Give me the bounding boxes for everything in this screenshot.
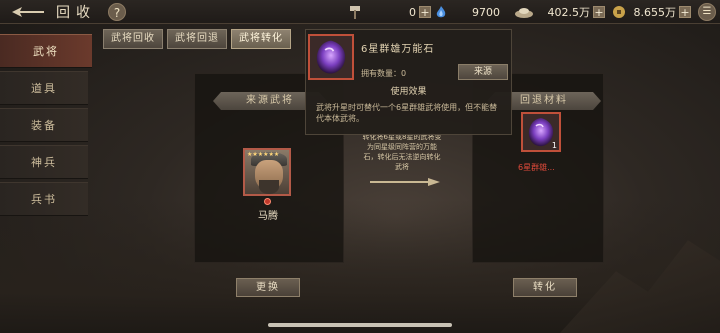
material-name: 6星群雄... <box>518 163 555 172</box>
material-item-slot[interactable]: 1 <box>521 112 561 152</box>
tooltip-description: 武将升星时可替代一个6星群雄武将使用，但不能替代本体武将。 <box>316 103 498 123</box>
source-button[interactable]: 来源 <box>458 64 508 80</box>
sidebar-item-items[interactable]: 道具 <box>0 71 88 105</box>
help-button[interactable]: ? <box>108 3 126 21</box>
sidebar-item-war-books[interactable]: 兵书 <box>0 182 88 216</box>
category-sidebar: 武将 道具 装备 神兵 兵书 <box>0 34 92 219</box>
source-general-portrait[interactable]: ★★★★★★ <box>243 148 291 196</box>
tooltip-title: 6星群雄万能石 <box>361 44 435 55</box>
tab-general-recycle[interactable]: 武将回收 <box>103 29 163 49</box>
top-bar: 回收 ? 0 + 9700 402.5万 + 8.655万 + ☰ <box>0 0 720 24</box>
add-copper-button[interactable]: + <box>679 6 691 19</box>
resource-spirit: 9700 <box>434 4 504 20</box>
tab-general-rollback[interactable]: 武将回退 <box>167 29 227 49</box>
add-silver-button[interactable]: + <box>593 6 605 19</box>
hammer-icon <box>350 6 360 19</box>
tab-general-convert[interactable]: 武将转化 <box>231 29 291 49</box>
source-general-name: 马腾 <box>258 211 278 222</box>
resource-copper: 8.655万 + <box>612 4 698 20</box>
sidebar-item-divine-weapons[interactable]: 神兵 <box>0 145 88 179</box>
hammer-count: 0 <box>409 5 416 19</box>
silver-ingot-icon <box>515 8 533 18</box>
spirit-count: 9700 <box>472 5 500 19</box>
beard-shape <box>259 180 279 194</box>
tooltip-item-slot <box>308 34 354 80</box>
back-arrow-icon <box>12 7 44 17</box>
resource-silver: 402.5万 + <box>514 4 610 20</box>
add-hammer-button[interactable]: + <box>419 6 431 19</box>
star-rating: ★★★★★★ <box>247 151 280 158</box>
copper-count: 8.655万 <box>633 6 677 19</box>
page-title: 回收 <box>56 5 96 21</box>
conversion-description: 转化将6星或8星的武将变为同星级同阵营的万能石，转化后无法逆向转化武将 <box>362 133 442 171</box>
spirit-flame-icon <box>436 6 446 18</box>
resource-hammer: 0 + <box>348 4 432 20</box>
home-indicator[interactable] <box>268 323 452 327</box>
sidebar-item-equipment[interactable]: 装备 <box>0 108 88 142</box>
purple-stone-icon <box>316 40 346 74</box>
sidebar-item-generals[interactable]: 武将 <box>0 34 92 68</box>
change-general-button[interactable]: 更换 <box>236 278 300 297</box>
tooltip-owned-count: 拥有数量：0 <box>361 69 407 78</box>
material-count: 1 <box>551 141 557 150</box>
right-arrow-icon <box>370 178 440 186</box>
silver-count: 402.5万 <box>547 6 591 19</box>
item-tooltip: 6星群雄万能石 拥有数量：0 来源 使用效果 武将升星时可替代一个6星群雄武将使… <box>305 29 512 135</box>
sub-tabs: 武将回收 武将回退 武将转化 <box>103 29 291 49</box>
convert-button[interactable]: 转化 <box>513 278 577 297</box>
faction-dot-icon <box>264 198 271 205</box>
tooltip-effect-header: 使用效果 <box>390 87 427 97</box>
menu-button[interactable]: ☰ <box>698 3 716 21</box>
copper-coin-icon <box>613 6 625 18</box>
back-button[interactable] <box>8 4 48 20</box>
